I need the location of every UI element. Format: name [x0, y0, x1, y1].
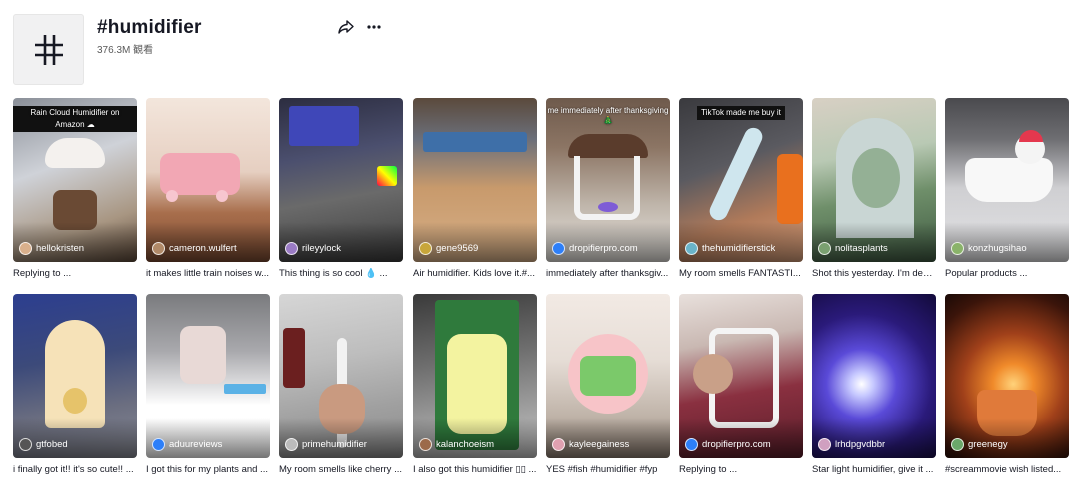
video-caption[interactable]: it makes little train noises w...: [146, 268, 270, 279]
avatar: [419, 242, 432, 255]
video-caption[interactable]: Star light humidifier, give it ...: [812, 464, 936, 475]
hashtag-icon: [34, 34, 63, 65]
video-caption[interactable]: Shot this yesterday. I'm dea...: [812, 268, 936, 279]
video-caption[interactable]: Replying to ...: [679, 464, 803, 475]
video-card[interactable]: aduureviews I got this for my plants and…: [146, 294, 270, 475]
video-caption[interactable]: My room smells like cherry ...: [279, 464, 403, 475]
video-author[interactable]: konzhugsihao: [951, 242, 1027, 255]
share-icon: [338, 20, 354, 34]
video-author[interactable]: gene9569: [419, 242, 478, 255]
avatar: [152, 242, 165, 255]
avatar: [285, 438, 298, 451]
video-thumbnail[interactable]: kalanchoeism: [413, 294, 537, 458]
video-thumbnail[interactable]: gene9569: [413, 98, 537, 262]
avatar: [552, 242, 565, 255]
share-button[interactable]: [337, 18, 355, 36]
video-thumbnail[interactable]: TikTok made me buy it thehumidifierstick: [679, 98, 803, 262]
video-author[interactable]: dropifierpro.com: [685, 438, 771, 451]
video-thumbnail[interactable]: greenegy: [945, 294, 1069, 458]
avatar: [685, 438, 698, 451]
view-count: 376.3M 観看: [97, 45, 154, 56]
avatar: [285, 242, 298, 255]
video-card[interactable]: konzhugsihao Popular products ...: [945, 98, 1069, 279]
video-author[interactable]: kalanchoeism: [419, 438, 494, 451]
avatar: [951, 242, 964, 255]
video-card[interactable]: greenegy #screammovie wish listed...: [945, 294, 1069, 475]
video-card[interactable]: kayleegainess YES #fish #humidifier #fyp: [546, 294, 670, 475]
video-card[interactable]: kalanchoeism I also got this humidifier …: [413, 294, 537, 475]
video-author[interactable]: gtfobed: [19, 438, 68, 451]
video-caption[interactable]: This thing is so cool 💧 ...: [279, 268, 403, 279]
video-thumbnail[interactable]: dropifierpro.com: [679, 294, 803, 458]
video-caption[interactable]: I got this for my plants and ...: [146, 464, 270, 475]
video-caption[interactable]: #screammovie wish listed...: [945, 464, 1069, 475]
video-author[interactable]: primehumidifier: [285, 438, 367, 451]
video-card[interactable]: nolitasplants Shot this yesterday. I'm d…: [812, 98, 936, 279]
video-author[interactable]: greenegy: [951, 438, 1008, 451]
video-card[interactable]: Rain Cloud Humidifier on Amazon ☁ hellok…: [13, 98, 137, 279]
video-overlay-text: Rain Cloud Humidifier on Amazon ☁: [13, 106, 137, 132]
video-author[interactable]: lrhdpgvdbbr: [818, 438, 885, 451]
avatar: [818, 438, 831, 451]
video-card[interactable]: TikTok made me buy it thehumidifierstick…: [679, 98, 803, 279]
avatar: [152, 438, 165, 451]
more-icon: [367, 25, 381, 29]
avatar: [19, 242, 32, 255]
more-options-button[interactable]: [365, 18, 383, 36]
video-author[interactable]: kayleegainess: [552, 438, 629, 451]
avatar: [818, 242, 831, 255]
video-caption[interactable]: Popular products ...: [945, 268, 1069, 279]
video-thumbnail[interactable]: kayleegainess: [546, 294, 670, 458]
video-card[interactable]: me immediately after thanksgiving 🎄 drop…: [546, 98, 670, 279]
avatar: [552, 438, 565, 451]
video-thumbnail[interactable]: nolitasplants: [812, 98, 936, 262]
video-caption[interactable]: I also got this humidifier ▯▯ ...: [413, 464, 537, 475]
video-overlay-text: TikTok made me buy it: [679, 106, 803, 120]
video-thumbnail[interactable]: cameron.wulfert: [146, 98, 270, 262]
page-title: #humidifier: [97, 17, 202, 38]
video-caption[interactable]: Replying to ...: [13, 268, 137, 279]
video-card[interactable]: gtfobed i finally got it!! it's so cute!…: [13, 294, 137, 475]
video-thumbnail[interactable]: me immediately after thanksgiving 🎄 drop…: [546, 98, 670, 262]
avatar: [951, 438, 964, 451]
video-author[interactable]: dropifierpro.com: [552, 242, 638, 255]
avatar: [419, 438, 432, 451]
video-card[interactable]: lrhdpgvdbbr Star light humidifier, give …: [812, 294, 936, 475]
video-card[interactable]: cameron.wulfert it makes little train no…: [146, 98, 270, 279]
video-card[interactable]: dropifierpro.com Replying to ...: [679, 294, 803, 475]
header-actions: [337, 18, 383, 36]
video-overlay-text: me immediately after thanksgiving 🎄: [547, 106, 669, 125]
video-thumbnail[interactable]: Rain Cloud Humidifier on Amazon ☁ hellok…: [13, 98, 137, 262]
avatar: [19, 438, 32, 451]
hashtag-header: #humidifier 376.3M 観看: [13, 14, 1067, 88]
video-thumbnail[interactable]: konzhugsihao: [945, 98, 1069, 262]
video-card[interactable]: rileyylock This thing is so cool 💧 ...: [279, 98, 403, 279]
video-author[interactable]: aduureviews: [152, 438, 222, 451]
video-thumbnail[interactable]: lrhdpgvdbbr: [812, 294, 936, 458]
video-thumbnail[interactable]: aduureviews: [146, 294, 270, 458]
video-thumbnail[interactable]: rileyylock: [279, 98, 403, 262]
video-author[interactable]: thehumidifierstick: [685, 242, 775, 255]
hashtag-avatar: [13, 14, 84, 85]
video-caption[interactable]: immediately after thanksgiv...: [546, 268, 670, 279]
video-card[interactable]: gene9569 Air humidifier. Kids love it.#.…: [413, 98, 537, 279]
video-author[interactable]: rileyylock: [285, 242, 341, 255]
video-thumbnail[interactable]: gtfobed: [13, 294, 137, 458]
avatar: [685, 242, 698, 255]
video-card[interactable]: primehumidifier My room smells like cher…: [279, 294, 403, 475]
video-author[interactable]: hellokristen: [19, 242, 84, 255]
video-caption[interactable]: i finally got it!! it's so cute!! ...: [13, 464, 137, 475]
video-author[interactable]: cameron.wulfert: [152, 242, 237, 255]
video-caption[interactable]: Air humidifier. Kids love it.#...: [413, 268, 537, 279]
video-thumbnail[interactable]: primehumidifier: [279, 294, 403, 458]
video-author[interactable]: nolitasplants: [818, 242, 888, 255]
video-caption[interactable]: My room smells FANTASTI...: [679, 268, 803, 279]
video-caption[interactable]: YES #fish #humidifier #fyp: [546, 464, 670, 475]
